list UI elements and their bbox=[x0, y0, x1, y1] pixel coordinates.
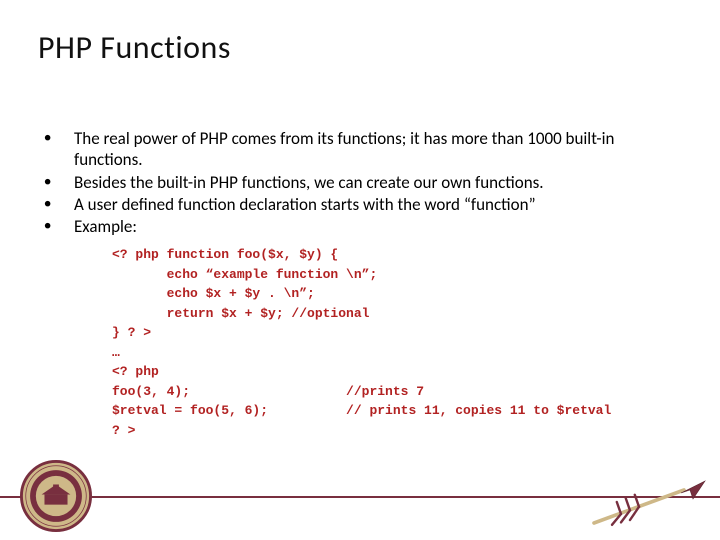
list-item: A user defined function declaration star… bbox=[40, 194, 680, 215]
list-item: The real power of PHP comes from its fun… bbox=[40, 128, 680, 171]
code-block: <? php function foo($x, $y) { echo “exam… bbox=[112, 245, 680, 440]
list-item: Example: bbox=[40, 216, 680, 237]
spear-icon bbox=[588, 472, 708, 532]
body-content: The real power of PHP comes from its fun… bbox=[40, 128, 680, 440]
university-seal-icon bbox=[20, 460, 92, 532]
slide: PHP Functions The real power of PHP come… bbox=[0, 0, 720, 540]
bullet-text: The real power of PHP comes from its fun… bbox=[74, 128, 614, 170]
bullet-list: The real power of PHP comes from its fun… bbox=[40, 128, 680, 237]
bullet-text: A user defined function declaration star… bbox=[74, 194, 536, 215]
bullet-text: Example: bbox=[74, 216, 137, 237]
bullet-text: Besides the built-in PHP functions, we c… bbox=[74, 172, 544, 193]
list-item: Besides the built-in PHP functions, we c… bbox=[40, 172, 680, 193]
page-title: PHP Functions bbox=[38, 28, 231, 67]
